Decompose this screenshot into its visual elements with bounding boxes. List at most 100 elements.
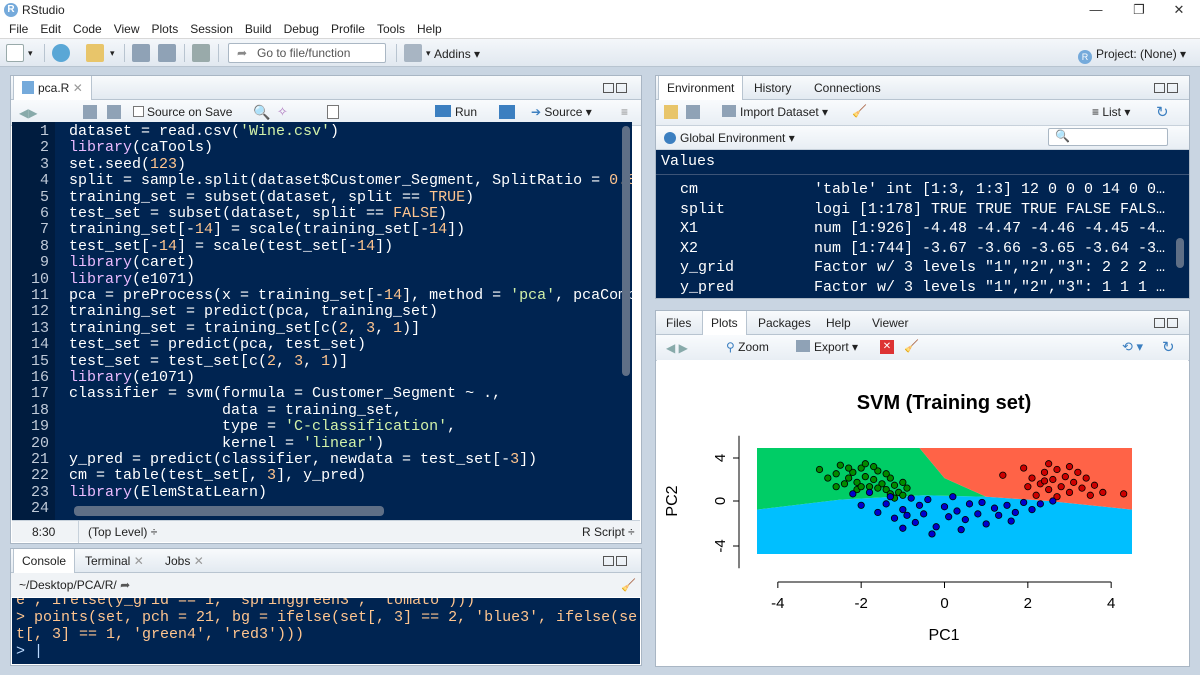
broom-icon[interactable]: 🧹	[904, 339, 919, 353]
project-menu[interactable]: R Project: (None) ▾	[1078, 47, 1186, 64]
menu-build[interactable]: Build	[239, 22, 278, 36]
compile-report-icon[interactable]	[327, 105, 339, 119]
close-button[interactable]: ✕	[1156, 0, 1200, 20]
code-editor[interactable]: 1 2 3 4 5 6 7 8 9 10 11 12 13 14 15 16 17 18 19 20 21 22 23 24 …	[12, 122, 632, 520]
pane-minmax-buttons[interactable]	[603, 82, 631, 94]
tab-console[interactable]: Console	[13, 549, 76, 573]
line-number: 18	[30, 401, 49, 419]
chevron-down-icon[interactable]: ▾	[28, 48, 33, 59]
menu-help[interactable]: Help	[411, 22, 448, 36]
menu-edit[interactable]: Edit	[34, 22, 67, 36]
new-file-icon[interactable]	[6, 44, 24, 62]
pane-minmax-buttons[interactable]	[1154, 317, 1182, 329]
line-number: 22	[30, 467, 49, 485]
env-var-name[interactable]: y_pred	[680, 278, 734, 298]
editor-scrollbar[interactable]	[622, 126, 630, 376]
import-dataset-button[interactable]: Import Dataset ▾	[722, 105, 828, 119]
console-output[interactable]: e', ifelse(y_grid == 1, 'springgreen3', …	[12, 598, 640, 664]
env-search-input[interactable]: 🔍	[1048, 128, 1168, 146]
source-button[interactable]: ➔ Source ▾	[531, 105, 592, 119]
menu-profile[interactable]: Profile	[325, 22, 371, 36]
env-scrollbar[interactable]	[1176, 238, 1184, 268]
env-var-name[interactable]: split	[680, 200, 725, 220]
refresh-icon[interactable]: ↻	[1156, 103, 1169, 121]
publish-icon[interactable]: ⟲ ▾	[1122, 339, 1143, 355]
addins-menu[interactable]: Addins ▾	[434, 47, 480, 61]
refresh-icon[interactable]: ↻	[1162, 338, 1175, 356]
editor-hscrollbar[interactable]	[74, 506, 384, 516]
remove-plot-icon[interactable]: ✕	[880, 340, 894, 354]
code-line: cm = table(test_set[, 3], y_pred)	[69, 467, 367, 485]
search-icon[interactable]: 🔍	[253, 104, 270, 121]
data-point	[815, 465, 824, 474]
save-icon[interactable]	[132, 44, 150, 62]
clear-console-icon[interactable]: 🧹	[621, 573, 636, 597]
data-point	[1024, 483, 1032, 491]
back-forward-icon[interactable]: ◀▶	[19, 106, 37, 120]
menu-code[interactable]: Code	[67, 22, 108, 36]
tab-packages[interactable]: Packages	[750, 311, 819, 335]
env-var-name[interactable]: y_grid	[680, 258, 734, 278]
open-folder-icon[interactable]	[86, 44, 104, 62]
new-project-icon[interactable]	[52, 44, 70, 62]
tab-help[interactable]: Help	[818, 311, 859, 335]
go-to-file-input[interactable]: ➦ Go to file/function	[228, 43, 386, 63]
rerun-icon[interactable]	[499, 105, 515, 119]
load-workspace-icon[interactable]	[664, 105, 678, 119]
chevron-down-icon[interactable]: ▾	[426, 48, 431, 59]
menu-bar: File Edit Code View Plots Session Build Debug Pr…	[0, 20, 1200, 39]
line-number: 7	[39, 221, 49, 239]
file-type[interactable]: R Script ÷	[582, 521, 635, 543]
magic-wand-icon[interactable]: ✧	[277, 104, 288, 120]
code-line: classifier = svm(formula = Customer_Segm…	[69, 385, 502, 403]
tab-history[interactable]: History	[746, 76, 799, 100]
go-to-dir-icon[interactable]: ➦	[120, 578, 130, 592]
tab-jobs[interactable]: Jobs ✕	[157, 549, 212, 573]
chevron-down-icon[interactable]: ▾	[110, 48, 115, 59]
menu-view[interactable]: View	[108, 22, 146, 36]
scope-level[interactable]: (Top Level) ÷	[88, 521, 157, 543]
menu-session[interactable]: Session	[184, 22, 239, 36]
x-tick-label: -2	[854, 595, 867, 612]
workspace-panes-icon[interactable]	[404, 44, 422, 62]
close-tab-icon[interactable]: ✕	[73, 81, 83, 95]
tab-terminal[interactable]: Terminal ✕	[77, 549, 152, 573]
env-var-name[interactable]: X2	[680, 239, 698, 259]
menu-plots[interactable]: Plots	[146, 22, 185, 36]
menu-tools[interactable]: Tools	[371, 22, 411, 36]
save-icon[interactable]	[107, 105, 121, 119]
tab-pca-r[interactable]: pca.R ✕	[13, 76, 92, 100]
env-var-name[interactable]: X1	[680, 219, 698, 239]
source-on-save-checkbox[interactable]: Source on Save	[133, 105, 232, 119]
tab-connections[interactable]: Connections	[806, 76, 889, 100]
zoom-button[interactable]: ⚲ Zoom	[726, 340, 769, 354]
tab-files[interactable]: Files	[658, 311, 699, 335]
menu-file[interactable]: File	[3, 22, 34, 36]
save-workspace-icon[interactable]	[686, 105, 700, 119]
global-env-menu[interactable]: Global Environment ▾	[664, 131, 795, 145]
save-all-icon[interactable]	[158, 44, 176, 62]
line-number: 23	[30, 483, 49, 501]
pane-minmax-buttons[interactable]	[1154, 82, 1182, 94]
line-number: 12	[30, 303, 49, 321]
tab-plots[interactable]: Plots	[702, 311, 747, 335]
broom-icon[interactable]: 🧹	[852, 104, 867, 118]
outline-icon[interactable]: ≡	[621, 105, 628, 119]
env-var-name[interactable]: cm	[680, 180, 698, 200]
tab-environment[interactable]: Environment	[658, 76, 744, 100]
show-in-window-icon[interactable]	[83, 105, 97, 119]
print-icon[interactable]	[192, 44, 210, 62]
export-button[interactable]: Export ▾	[796, 340, 858, 354]
menu-debug[interactable]: Debug	[278, 22, 325, 36]
editor-tabbar: pca.R ✕	[11, 76, 641, 100]
code-line: test_set = subset(dataset, split == FALS…	[69, 205, 448, 222]
console-tabbar: Console Terminal ✕ Jobs ✕	[11, 549, 641, 573]
pane-minmax-buttons[interactable]	[603, 555, 631, 567]
project-icon: R	[1078, 50, 1092, 64]
tab-viewer[interactable]: Viewer	[864, 311, 916, 335]
back-forward-icon[interactable]: ◀ ▶	[666, 341, 688, 355]
list-view-menu[interactable]: ≡ List ▾	[1092, 105, 1130, 119]
minimize-button[interactable]: —	[1073, 0, 1119, 20]
data-point	[940, 503, 949, 511]
run-button[interactable]: Run	[435, 105, 477, 119]
